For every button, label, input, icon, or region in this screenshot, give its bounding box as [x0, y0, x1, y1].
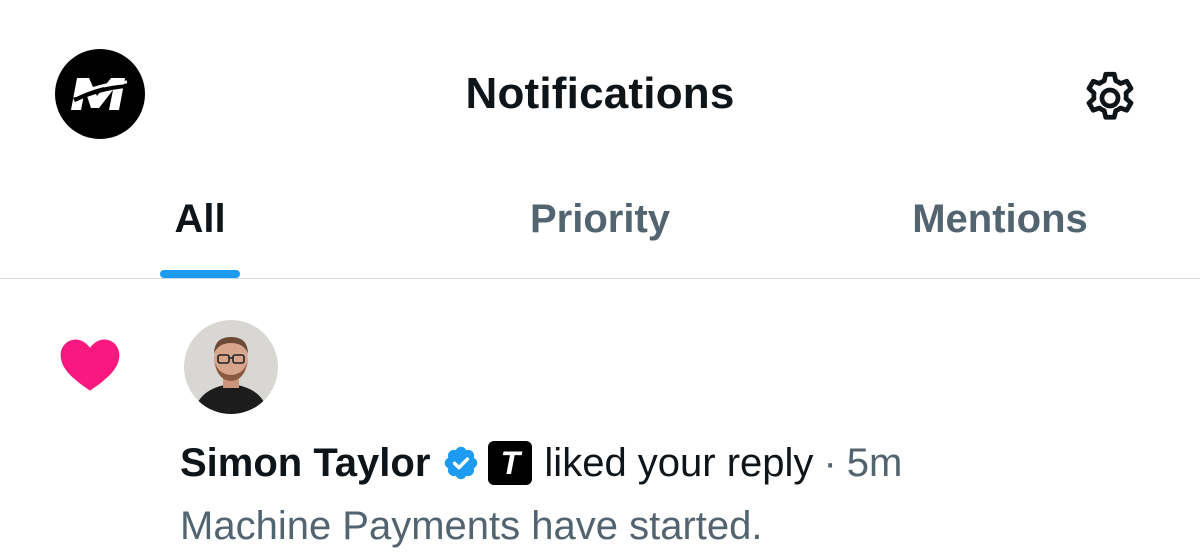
page-title: Notifications: [465, 69, 735, 118]
profile-photo: [184, 320, 278, 414]
tab-priority[interactable]: Priority: [400, 190, 800, 278]
active-tab-indicator: [160, 270, 240, 278]
tab-label: Priority: [529, 197, 671, 241]
notification-action: liked your reply: [544, 440, 814, 485]
separator-dot: ·: [823, 440, 837, 485]
settings-button[interactable]: [1078, 66, 1142, 130]
verified-badge-icon: [445, 446, 478, 480]
timestamp: 5m: [846, 440, 903, 485]
notification-tabs: All Priority Mentions: [0, 190, 1200, 279]
tab-label: All: [174, 197, 226, 241]
reply-snippet: Machine Payments have started.: [180, 504, 763, 548]
notification-item[interactable]: Simon Taylor T liked your reply · 5m Mac…: [0, 279, 1200, 556]
tab-mentions[interactable]: Mentions: [800, 190, 1200, 278]
user-avatar[interactable]: [184, 320, 278, 414]
tab-all[interactable]: All: [0, 190, 400, 278]
user-name[interactable]: Simon Taylor: [180, 441, 430, 486]
notification-text: Simon Taylor T liked your reply · 5m: [180, 436, 902, 490]
affiliate-badge[interactable]: T: [488, 441, 533, 485]
heart-icon: [60, 339, 120, 391]
tab-label: Mentions: [912, 197, 1088, 241]
gear-icon: [1086, 71, 1134, 120]
top-bar: Notifications: [0, 0, 1200, 190]
